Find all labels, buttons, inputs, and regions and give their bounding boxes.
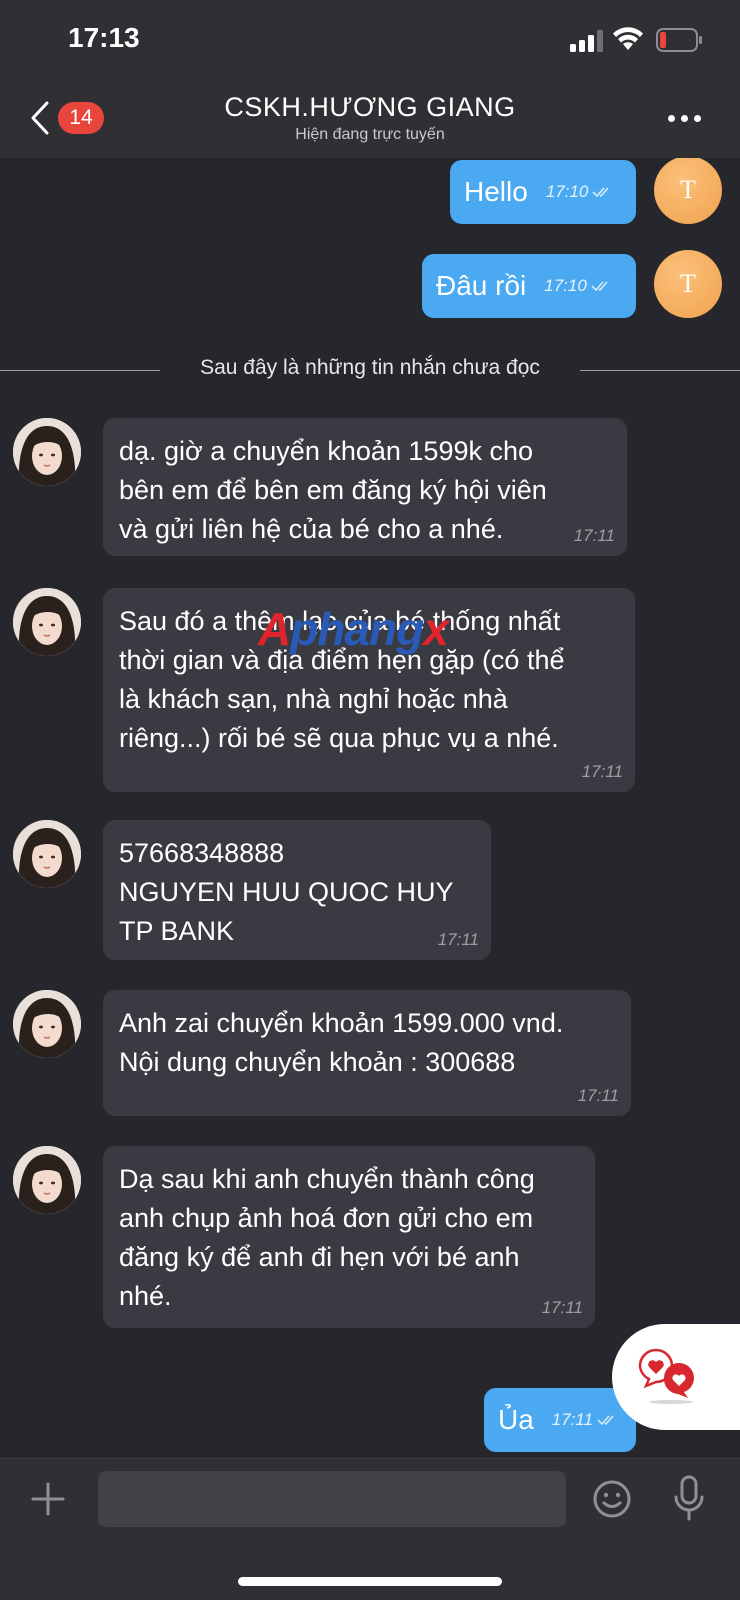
contact-photo-icon — [13, 820, 81, 888]
contact-name: CSKH.HƯƠNG GIANG — [224, 92, 516, 122]
message-text: Hello — [464, 176, 528, 207]
chat-header: 14 CSKH.HƯƠNG GIANG Hiện đang trực tuyến — [0, 78, 740, 158]
incoming-message[interactable]: Dạ sau khi anh chuyển thành công anh chụ… — [103, 1146, 595, 1328]
message-time: 17:11 — [581, 762, 623, 781]
floating-chat-button[interactable] — [612, 1324, 740, 1430]
wifi-icon — [613, 27, 643, 50]
heart-chat-icon — [638, 1348, 694, 1404]
home-indicator[interactable] — [238, 1577, 502, 1586]
incoming-message[interactable]: Anh zai chuyển khoản 1599.000 vnd. Nội d… — [103, 990, 631, 1116]
contact-avatar[interactable] — [13, 990, 81, 1058]
message-time: 17:11 — [541, 1298, 583, 1317]
contact-avatar[interactable] — [13, 418, 81, 486]
message-composer — [0, 1458, 740, 1600]
plus-icon[interactable] — [30, 1481, 66, 1517]
more-dot-icon — [668, 114, 675, 122]
double-check-icon — [591, 281, 608, 292]
status-bar: 17:13 — [0, 0, 740, 78]
contact-avatar[interactable] — [13, 1146, 81, 1214]
watermark-logo: Aphangx — [258, 603, 449, 655]
more-dot-icon — [694, 114, 701, 122]
message-time: 17:11 — [573, 526, 615, 545]
message-time: 17:10 — [545, 182, 589, 201]
contact-avatar[interactable] — [13, 820, 81, 888]
unread-divider: Sau đây là những tin nhắn chưa đọc — [0, 356, 740, 386]
message-time: 17:11 — [437, 930, 479, 949]
cellular-signal-icon — [570, 30, 603, 52]
message-text: 57668348888 NGUYEN HUU QUOC HUY TP BANK — [119, 838, 454, 946]
unread-divider-text: Sau đây là những tin nhắn chưa đọc — [186, 356, 554, 379]
message-input[interactable] — [98, 1471, 566, 1527]
message-text: dạ. giờ a chuyển khoản 1599k cho bên em … — [119, 436, 547, 544]
message-list[interactable]: Hello 17:10 T Đâu rồi 17:10 T Sau đây là… — [0, 158, 740, 1458]
message-text: Đâu rồi — [436, 270, 527, 301]
message-time: 17:10 — [544, 276, 587, 295]
message-time: 17:11 — [577, 1086, 619, 1105]
contact-photo-icon — [13, 990, 81, 1058]
incoming-message[interactable]: dạ. giờ a chuyển khoản 1599k cho bên em … — [103, 418, 627, 556]
contact-photo-icon — [13, 588, 81, 656]
double-check-icon — [592, 187, 609, 198]
emoji-icon[interactable] — [592, 1479, 632, 1519]
message-time: 17:11 — [551, 1410, 594, 1429]
more-dot-icon — [681, 114, 688, 122]
outgoing-message[interactable]: Đâu rồi 17:10 — [422, 254, 636, 318]
online-status: Hiện đang trực tuyến — [295, 126, 445, 143]
microphone-icon[interactable] — [672, 1475, 706, 1523]
outgoing-message[interactable]: Ủa 17:11 — [484, 1388, 636, 1452]
my-avatar[interactable]: T — [654, 250, 722, 318]
battery-icon — [656, 28, 702, 52]
outgoing-message[interactable]: Hello 17:10 — [450, 160, 636, 224]
message-text: Ủa — [498, 1404, 534, 1435]
my-avatar[interactable]: T — [654, 158, 722, 224]
incoming-message[interactable]: 57668348888 NGUYEN HUU QUOC HUY TP BANK … — [103, 820, 491, 960]
message-text: Anh zai chuyển khoản 1599.000 vnd. Nội d… — [119, 1008, 564, 1077]
contact-photo-icon — [13, 1146, 81, 1214]
more-options-button[interactable] — [668, 108, 708, 128]
double-check-icon — [597, 1415, 614, 1426]
contact-photo-icon — [13, 418, 81, 486]
message-text: Dạ sau khi anh chuyển thành công anh chụ… — [119, 1164, 535, 1311]
contact-avatar[interactable] — [13, 588, 81, 656]
status-time: 17:13 — [68, 22, 140, 53]
